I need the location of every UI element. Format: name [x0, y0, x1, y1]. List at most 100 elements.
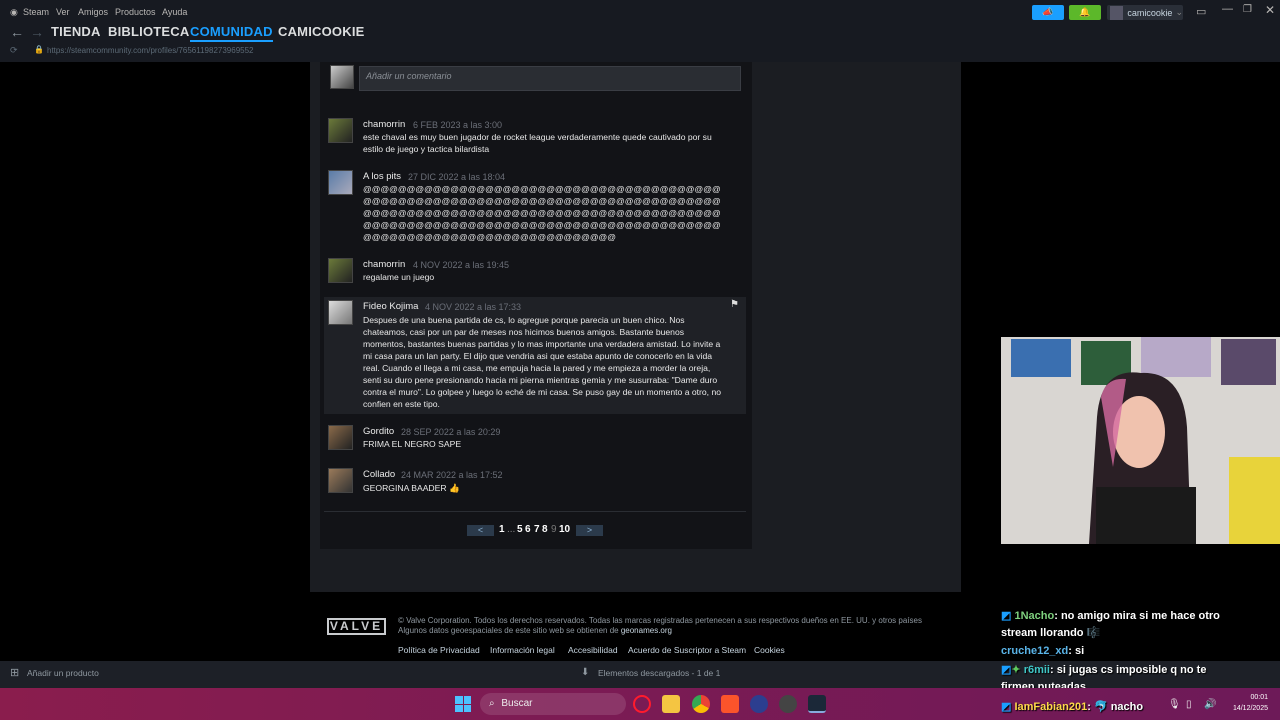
page-6[interactable]: 6: [525, 524, 531, 535]
page-5[interactable]: 5: [517, 524, 523, 535]
clock-date[interactable]: 14/12/2025: [1226, 705, 1268, 712]
steam-logo-icon[interactable]: ◉: [10, 7, 18, 18]
avatar: [330, 65, 354, 89]
steam-taskbar-icon[interactable]: [808, 695, 826, 713]
forward-arrow-icon[interactable]: →: [30, 24, 44, 40]
comment-text: regalame un juego: [363, 272, 435, 282]
tab-tienda[interactable]: TIENDA: [51, 24, 101, 39]
menu-amigos[interactable]: Amigos: [78, 7, 108, 17]
comment-input[interactable]: Añadir un comentario: [359, 66, 741, 91]
menu-steam[interactable]: Steam: [23, 7, 49, 17]
chrome-icon[interactable]: [692, 695, 710, 713]
chat-username[interactable]: cruche12_xd: [1001, 645, 1068, 657]
minimize-icon[interactable]: —: [1222, 3, 1233, 15]
divider: [324, 511, 746, 512]
announcement-button[interactable]: 📣: [1032, 5, 1064, 20]
menu-productos[interactable]: Productos: [115, 7, 156, 17]
page-ellipsis: ...: [507, 524, 516, 535]
chat-username[interactable]: IamFabian201: [1014, 701, 1087, 713]
page-9-current: 9: [551, 524, 557, 535]
prev-page-button[interactable]: <: [467, 525, 494, 536]
plus-icon[interactable]: ⊞: [10, 666, 19, 679]
tab-biblioteca[interactable]: BIBLIOTECA: [108, 24, 189, 39]
webcam-overlay: [1001, 337, 1280, 544]
footer-link-privacy[interactable]: Política de Privacidad: [398, 645, 480, 655]
comment-author[interactable]: A los pits: [363, 171, 401, 182]
chat-username[interactable]: r6mii: [1024, 664, 1050, 676]
comment-author[interactable]: Gordito: [363, 426, 394, 437]
brave-icon[interactable]: [721, 695, 739, 713]
report-flag-icon[interactable]: ⚑: [730, 299, 739, 310]
chat-text: : 🐬 nacho: [1087, 701, 1144, 713]
menu-ayuda[interactable]: Ayuda: [162, 7, 187, 17]
footer-link-ssa[interactable]: Acuerdo de Suscriptor a Steam: [628, 645, 746, 655]
bell-icon: 🔔: [1079, 7, 1091, 17]
add-product-button[interactable]: Añadir un producto: [27, 668, 99, 678]
url-bar[interactable]: https://steamcommunity.com/profiles/7656…: [47, 46, 254, 55]
megaphone-icon: 📣: [1042, 7, 1054, 17]
obs-icon[interactable]: [779, 695, 797, 713]
sub-badge-icon: ◩: [1001, 664, 1012, 676]
back-arrow-icon[interactable]: ←: [10, 24, 24, 40]
comment-text: GEORGINA BAADER 👍: [363, 483, 460, 493]
menu-ver[interactable]: Ver: [56, 7, 70, 17]
page-8[interactable]: 8: [542, 524, 548, 535]
clock-time[interactable]: 00:01: [1226, 694, 1268, 701]
avatar[interactable]: [328, 425, 353, 450]
steam-titlebar: ◉ Steam Ver Amigos Productos Ayuda 📣 🔔 c…: [0, 0, 1280, 62]
avatar[interactable]: [328, 300, 353, 325]
comment-date: 27 DIC 2022 a las 18:04: [408, 172, 506, 182]
footer-copyright: © Valve Corporation. Todos los derechos …: [398, 616, 922, 625]
big-picture-icon[interactable]: ▭: [1196, 5, 1206, 18]
avatar[interactable]: [328, 468, 353, 493]
account-menu[interactable]: camicookie ⌄: [1107, 5, 1183, 20]
comment-text: este chaval es muy buen jugador de rocke…: [363, 132, 712, 154]
comment-author[interactable]: Collado: [363, 469, 395, 480]
chevron-down-icon: ⌄: [1175, 7, 1183, 17]
footer-link-legal[interactable]: Información legal: [490, 645, 555, 655]
comment-author[interactable]: chamorrin: [363, 119, 405, 130]
sparkle-icon: ✦: [1011, 664, 1021, 676]
page-7[interactable]: 7: [534, 524, 540, 535]
chat-username[interactable]: 1Nacho: [1014, 610, 1054, 622]
avatar[interactable]: [328, 258, 353, 283]
geonames-link[interactable]: geonames.org: [621, 626, 672, 635]
footer-geo-text: Algunos datos geoespaciales de este siti…: [398, 626, 672, 636]
comment-author[interactable]: Fideo Kojima: [363, 301, 418, 312]
microphone-icon[interactable]: 🎙: [1168, 699, 1181, 710]
reload-icon[interactable]: ⟳: [10, 45, 18, 56]
tab-user[interactable]: CAMICOOKIE: [278, 24, 365, 39]
downloads-status[interactable]: Elementos descargados - 1 de 1: [598, 668, 720, 678]
page-1[interactable]: 1: [499, 524, 505, 535]
footer-link-accessibility[interactable]: Accesibilidad: [568, 645, 618, 655]
notifications-button[interactable]: 🔔: [1069, 5, 1101, 20]
next-page-button[interactable]: >: [576, 525, 603, 536]
taskbar-search-label: Buscar: [501, 698, 533, 709]
comment-date: 28 SEP 2022 a las 20:29: [401, 427, 501, 437]
pagination: < 1 ... 5 6 7 8 9 10 >: [320, 522, 752, 538]
comment-author[interactable]: chamorrin: [363, 259, 405, 270]
page-10[interactable]: 10: [559, 524, 570, 535]
app-icon[interactable]: [750, 695, 768, 713]
avatar[interactable]: [328, 170, 353, 195]
download-icon: ⬇: [581, 667, 590, 678]
taskbar-search[interactable]: ⌕ Buscar: [480, 693, 626, 715]
volume-icon[interactable]: 🔊: [1204, 699, 1216, 710]
avatar: [1110, 5, 1124, 20]
close-icon[interactable]: ✕: [1265, 3, 1275, 17]
footer-geo-prefix: Algunos datos geoespaciales de este siti…: [398, 626, 621, 635]
opera-icon[interactable]: [633, 695, 651, 713]
comment-date: 6 FEB 2023 a las 3:00: [413, 120, 503, 130]
sub-badge-icon: ◩: [1001, 610, 1012, 622]
file-explorer-icon[interactable]: [662, 695, 680, 713]
search-icon: ⌕: [489, 698, 495, 709]
account-name: camicookie: [1127, 7, 1173, 18]
sub-badge-icon: ◩: [1001, 701, 1012, 713]
footer-link-cookies[interactable]: Cookies: [754, 645, 785, 655]
tab-comunidad[interactable]: COMUNIDAD: [190, 24, 273, 42]
valve-logo[interactable]: VALVE: [327, 618, 386, 635]
network-icon[interactable]: ▯: [1186, 699, 1192, 710]
restore-icon[interactable]: ❐: [1243, 4, 1252, 15]
windows-start-icon[interactable]: [455, 696, 471, 712]
avatar[interactable]: [328, 118, 353, 143]
